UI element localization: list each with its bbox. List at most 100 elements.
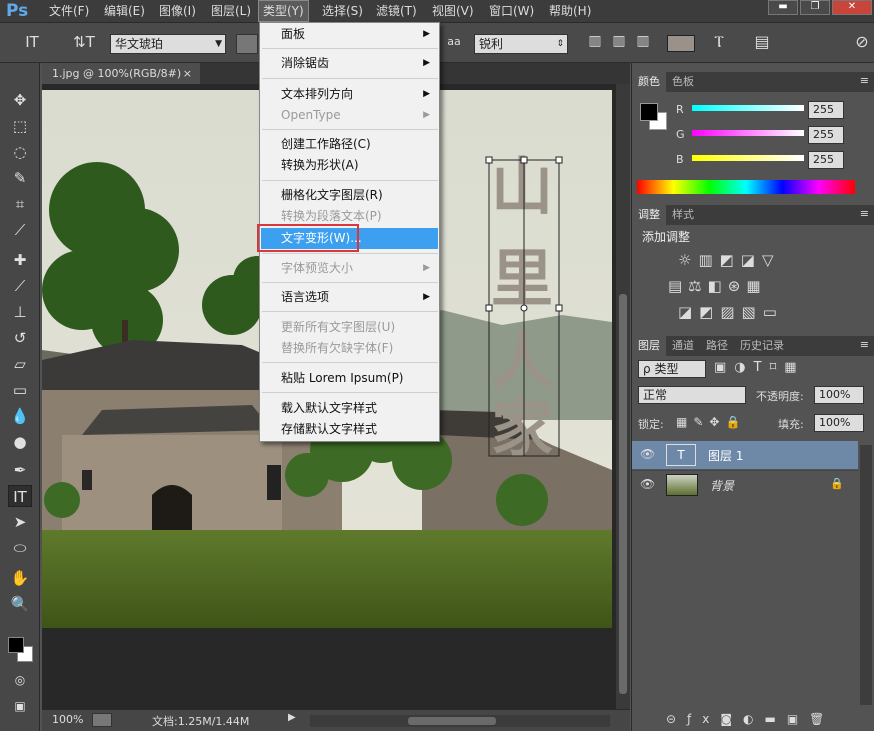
menu-file[interactable]: 文件(F) bbox=[45, 0, 93, 22]
cancel-icon[interactable]: ⊘ bbox=[852, 32, 872, 51]
menu-item-create-work-path[interactable]: 创建工作路径(C) bbox=[261, 134, 438, 155]
tab-styles[interactable]: 样式 bbox=[666, 205, 700, 225]
gradient-tool-icon[interactable]: ▭ bbox=[8, 379, 32, 401]
layer-filter-icons[interactable]: ▣◑T⌑▦ bbox=[714, 360, 805, 375]
menu-item-antialias[interactable]: 消除锯齿 ▶ bbox=[261, 53, 438, 74]
lasso-tool-icon[interactable]: ◌ bbox=[8, 141, 32, 163]
layer-row-text[interactable]: 👁 T 图层 1 bbox=[632, 441, 858, 469]
brush-tool-icon[interactable]: ⟋ bbox=[8, 275, 32, 297]
align-center-icon[interactable]: ▥ bbox=[608, 33, 630, 49]
channel-b-slider[interactable] bbox=[692, 155, 804, 161]
tab-color[interactable]: 颜色 bbox=[632, 72, 666, 92]
close-tab-icon[interactable]: × bbox=[183, 63, 192, 84]
adjustment-icons-row-1[interactable]: ☼▥◩◪▽ bbox=[678, 251, 781, 269]
layer-filter-select[interactable]: ρ 类型 bbox=[638, 360, 706, 378]
adjustment-icons-row-2[interactable]: ▤⚖◧⊛▦ bbox=[668, 277, 767, 295]
menu-item-load-default-type-styles[interactable]: 载入默认文字样式 bbox=[261, 398, 438, 419]
type-tool-icon[interactable]: IT bbox=[8, 485, 32, 507]
clone-stamp-tool-icon[interactable]: ⊥ bbox=[8, 301, 32, 323]
text-orientation-icon[interactable]: ⇅T bbox=[72, 33, 96, 51]
pen-tool-icon[interactable]: ✒ bbox=[8, 459, 32, 481]
marquee-tool-icon[interactable]: ⬚ bbox=[8, 115, 32, 137]
align-right-icon[interactable]: ▥ bbox=[632, 33, 654, 49]
menu-item-language-options[interactable]: 语言选项 ▶ bbox=[261, 287, 438, 308]
channel-b-value[interactable]: 255 bbox=[808, 151, 844, 169]
document-tab[interactable]: 1.jpg @ 100%(RGB/8#) × bbox=[42, 63, 200, 84]
color-spectrum-bar[interactable] bbox=[637, 180, 855, 194]
menu-help[interactable]: 帮助(H) bbox=[545, 0, 595, 22]
quick-mask-icon[interactable]: ◎ bbox=[8, 669, 32, 691]
opacity-input[interactable]: 100% bbox=[814, 386, 864, 404]
channel-r-slider[interactable] bbox=[692, 105, 804, 111]
eraser-tool-icon[interactable]: ▱ bbox=[8, 353, 32, 375]
layers-bottom-icons[interactable]: ⊝ƒx◙◐▬▣🗑 bbox=[666, 712, 835, 726]
menu-item-rasterize[interactable]: 栅格化文字图层(R) bbox=[261, 185, 438, 206]
blend-mode-select[interactable]: 正常 bbox=[638, 386, 746, 404]
antialias-select[interactable]: 锐利 ⇕ bbox=[474, 34, 568, 54]
fill-input[interactable]: 100% bbox=[814, 414, 864, 432]
path-select-tool-icon[interactable]: ➤ bbox=[8, 511, 32, 533]
font-family-select[interactable]: 华文琥珀 ▼ bbox=[110, 34, 226, 54]
tab-swatches[interactable]: 色板 bbox=[666, 72, 700, 92]
menu-item-convert-to-shape[interactable]: 转换为形状(A) bbox=[261, 155, 438, 176]
tab-history[interactable]: 历史记录 bbox=[734, 336, 790, 356]
eyedropper-tool-icon[interactable]: ⟋ bbox=[8, 219, 32, 241]
horizontal-scrollbar[interactable] bbox=[310, 715, 610, 727]
font-style-select[interactable] bbox=[236, 34, 258, 54]
eye-icon[interactable]: 👁 bbox=[640, 477, 655, 491]
text-color-swatch[interactable] bbox=[667, 35, 695, 52]
menu-filter[interactable]: 滤镜(T) bbox=[372, 0, 421, 22]
menu-window[interactable]: 窗口(W) bbox=[485, 0, 538, 22]
warp-text-icon[interactable]: Ⲧ bbox=[707, 32, 731, 52]
screen-mode-icon[interactable]: ▣ bbox=[8, 695, 32, 717]
canvas-scrollbar-vertical[interactable] bbox=[616, 84, 630, 709]
restore-button[interactable]: ❐ bbox=[800, 0, 830, 15]
menu-item-save-default-type-styles[interactable]: 存储默认文字样式 bbox=[261, 419, 438, 440]
dodge-tool-icon[interactable]: ● bbox=[8, 431, 32, 453]
move-tool-icon[interactable]: ✥ bbox=[8, 89, 32, 111]
crop-tool-icon[interactable]: ⌗ bbox=[8, 193, 32, 215]
character-panel-icon[interactable]: ▤ bbox=[750, 32, 774, 51]
color-foreground-swatch[interactable] bbox=[640, 103, 658, 121]
menu-type[interactable]: 类型(Y) bbox=[258, 0, 309, 22]
hand-tool-icon[interactable]: ✋ bbox=[8, 567, 32, 589]
foreground-color-swatch[interactable] bbox=[8, 637, 24, 653]
minimize-button[interactable]: ▬ bbox=[768, 0, 798, 15]
channel-g-slider[interactable] bbox=[692, 130, 804, 136]
channel-r-value[interactable]: 255 bbox=[808, 101, 844, 119]
lock-icons[interactable]: ▦✎✥🔒 bbox=[676, 415, 746, 429]
tab-channels[interactable]: 通道 bbox=[666, 336, 700, 356]
tab-paths[interactable]: 路径 bbox=[700, 336, 734, 356]
tab-layers[interactable]: 图层 bbox=[632, 336, 666, 356]
layer-row-background[interactable]: 👁 背景 🔒 bbox=[632, 470, 858, 498]
status-menu-arrow-icon[interactable]: ▶ bbox=[288, 712, 296, 723]
panel-menu-icon[interactable]: ≡ bbox=[860, 338, 869, 351]
zoom-level[interactable]: 100% bbox=[52, 713, 83, 726]
menu-item-text-orientation[interactable]: 文本排列方向 ▶ bbox=[261, 84, 438, 105]
history-brush-tool-icon[interactable]: ↺ bbox=[8, 327, 32, 349]
eye-icon[interactable]: 👁 bbox=[640, 447, 655, 461]
close-window-button[interactable]: ✕ bbox=[832, 0, 872, 15]
tab-adjustments[interactable]: 调整 bbox=[632, 205, 666, 225]
type-tool-preset-icon[interactable]: IT bbox=[20, 33, 44, 51]
channel-g-value[interactable]: 255 bbox=[808, 126, 844, 144]
align-left-icon[interactable]: ▥ bbox=[584, 33, 606, 49]
menu-edit[interactable]: 编辑(E) bbox=[100, 0, 149, 22]
menu-view[interactable]: 视图(V) bbox=[428, 0, 478, 22]
panel-menu-icon[interactable]: ≡ bbox=[860, 74, 869, 87]
menu-item-panel[interactable]: 面板 ▶ bbox=[261, 24, 438, 45]
ellipse-tool-icon[interactable]: ⬭ bbox=[8, 537, 32, 559]
panel-menu-icon[interactable]: ≡ bbox=[860, 207, 869, 220]
zoom-tool-icon[interactable]: 🔍 bbox=[8, 593, 32, 615]
layers-scrollbar[interactable] bbox=[860, 445, 872, 705]
menu-item-paste-lorem-ipsum[interactable]: 粘贴 Lorem Ipsum(P) bbox=[261, 368, 438, 389]
menu-select[interactable]: 选择(S) bbox=[318, 0, 367, 22]
horizontal-scrollbar-thumb[interactable] bbox=[408, 717, 496, 725]
menu-image[interactable]: 图像(I) bbox=[155, 0, 200, 22]
adjustment-icons-row-3[interactable]: ◪◩▨▧▭ bbox=[678, 303, 784, 321]
blur-tool-icon[interactable]: 💧 bbox=[8, 405, 32, 427]
quick-select-tool-icon[interactable]: ✎ bbox=[8, 167, 32, 189]
menu-layer[interactable]: 图层(L) bbox=[207, 0, 255, 22]
scrollbar-thumb[interactable] bbox=[619, 294, 627, 694]
healing-brush-tool-icon[interactable]: ✚ bbox=[8, 249, 32, 271]
